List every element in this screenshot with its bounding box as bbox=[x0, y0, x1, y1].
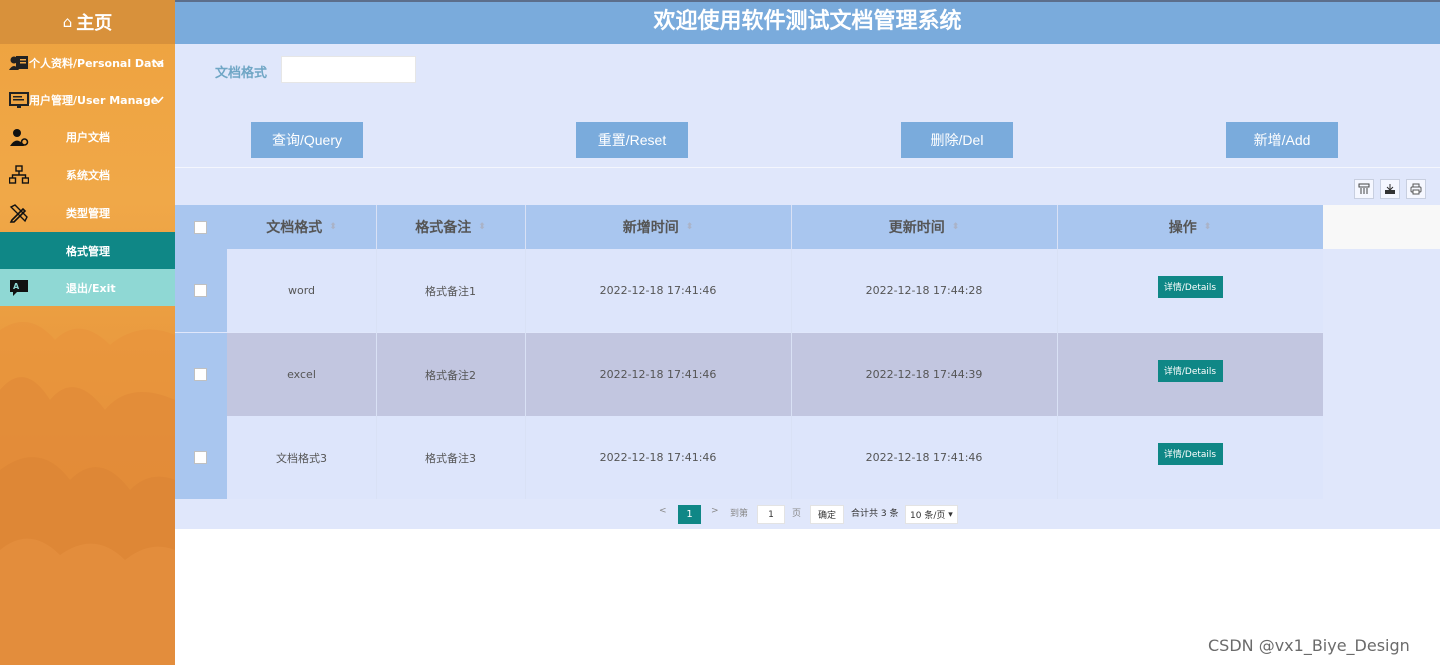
top-header: 欢迎使用软件测试文档管理系统 bbox=[175, 0, 1440, 44]
add-button[interactable]: 新增/Add bbox=[1226, 122, 1338, 158]
cell-format: 文档格式3 bbox=[276, 451, 327, 465]
sidebar-item-label: 用户管理/User Manage bbox=[29, 93, 159, 107]
translate-chat-icon: A bbox=[10, 280, 28, 296]
cell-created: 2022-12-18 17:41:46 bbox=[599, 368, 717, 381]
goto-label: 到第 bbox=[730, 509, 749, 519]
sidebar: ⌂ 主页 个人资料/Personal Data 用户管理/User Manage… bbox=[0, 0, 175, 665]
column-header-updated[interactable]: 更新时间 ⬍ bbox=[791, 205, 1057, 249]
cell-updated: 2022-12-18 17:44:39 bbox=[865, 368, 983, 381]
page-size-select[interactable]: 10 条/页 ▾ bbox=[905, 505, 958, 524]
divider bbox=[175, 167, 1440, 168]
sidebar-item-label: 系统文档 bbox=[66, 168, 110, 182]
monitor-list-icon bbox=[9, 92, 29, 108]
details-button[interactable]: 详情/Details bbox=[1157, 275, 1223, 298]
mountain-background bbox=[0, 322, 175, 665]
cell-format: word bbox=[287, 284, 316, 297]
column-header-note[interactable]: 格式备注 ⬍ bbox=[376, 205, 525, 249]
page-unit: 页 bbox=[792, 509, 802, 519]
details-button[interactable]: 详情/Details bbox=[1157, 442, 1223, 465]
column-header-created[interactable]: 新增时间 ⬍ bbox=[525, 205, 791, 249]
export-icon[interactable] bbox=[1380, 179, 1400, 199]
page-number[interactable]: 1 bbox=[678, 505, 701, 524]
chevron-down-icon bbox=[153, 59, 164, 67]
columns-filter-icon[interactable] bbox=[1354, 179, 1374, 199]
sidebar-item-personal-data[interactable]: 个人资料/Personal Data bbox=[0, 44, 175, 81]
sidebar-item-format-manage[interactable]: 格式管理 bbox=[0, 232, 175, 269]
cell-note: 格式备注1 bbox=[425, 284, 476, 298]
details-button[interactable]: 详情/Details bbox=[1157, 359, 1223, 382]
sidebar-item-exit[interactable]: A 退出/Exit bbox=[0, 269, 175, 306]
sidebar-item-user-docs[interactable]: 用户文档 bbox=[0, 118, 175, 155]
column-header-action[interactable]: 操作 ⬍ bbox=[1057, 205, 1323, 249]
delete-button[interactable]: 删除/Del bbox=[901, 122, 1013, 158]
sidebar-home[interactable]: ⌂ 主页 bbox=[0, 0, 175, 44]
sort-icon[interactable]: ⬍ bbox=[1204, 222, 1212, 232]
sort-icon[interactable]: ⬍ bbox=[686, 222, 694, 232]
cell-created: 2022-12-18 17:41:46 bbox=[599, 451, 717, 464]
table-row: word 格式备注1 2022-12-18 17:41:46 2022-12-1… bbox=[175, 249, 1323, 332]
table-row: 文档格式3 格式备注3 2022-12-18 17:41:46 2022-12-… bbox=[175, 416, 1323, 499]
design-tools-icon bbox=[9, 204, 28, 223]
sidebar-item-label: 退出/Exit bbox=[66, 281, 116, 295]
cell-format: excel bbox=[287, 368, 316, 381]
table-row: excel 格式备注2 2022-12-18 17:41:46 2022-12-… bbox=[175, 333, 1323, 416]
sort-icon[interactable]: ⬍ bbox=[478, 222, 486, 232]
table-header: 文档格式 ⬍ 格式备注 ⬍ 新增时间 ⬍ 更新时间 ⬍ 操作 ⬍ bbox=[175, 205, 1323, 249]
cell-updated: 2022-12-18 17:41:46 bbox=[865, 451, 983, 464]
sort-icon[interactable]: ⬍ bbox=[329, 222, 337, 232]
reset-button[interactable]: 重置/Reset bbox=[576, 122, 688, 158]
total-count: 合计共 3 条 bbox=[851, 509, 899, 519]
pagination: < 1 > 到第 1 页 确定 合计共 3 条 10 条/页 ▾ bbox=[175, 499, 1440, 529]
sidebar-item-label: 格式管理 bbox=[66, 244, 110, 258]
watermark: CSDN @vx1_Biye_Design bbox=[1208, 636, 1410, 655]
column-header-format[interactable]: 文档格式 ⬍ bbox=[227, 205, 376, 249]
cell-created: 2022-12-18 17:41:46 bbox=[599, 284, 717, 297]
row-checkbox[interactable] bbox=[194, 451, 207, 464]
print-icon[interactable] bbox=[1406, 179, 1426, 199]
goto-confirm-button[interactable]: 确定 bbox=[810, 505, 844, 524]
sidebar-item-type-manage[interactable]: 类型管理 bbox=[0, 194, 175, 231]
sidebar-item-label: 用户文档 bbox=[66, 130, 110, 144]
sidebar-item-user-manage[interactable]: 用户管理/User Manage bbox=[0, 81, 175, 118]
main-content: 文档格式 查询/Query 重置/Reset 删除/Del 新增/Add 文档格… bbox=[175, 44, 1440, 529]
cell-note: 格式备注2 bbox=[425, 368, 476, 382]
sidebar-item-label: 类型管理 bbox=[66, 206, 110, 220]
sidebar-title: 主页 bbox=[76, 13, 113, 34]
query-button[interactable]: 查询/Query bbox=[251, 122, 363, 158]
sort-icon[interactable]: ⬍ bbox=[952, 222, 960, 232]
next-page-icon[interactable]: > bbox=[711, 506, 719, 516]
user-settings-icon bbox=[10, 129, 29, 146]
chevron-down-icon bbox=[153, 96, 164, 104]
row-checkbox[interactable] bbox=[194, 284, 207, 297]
sidebar-item-system-docs[interactable]: 系统文档 bbox=[0, 156, 175, 193]
profile-card-icon bbox=[9, 56, 28, 70]
goto-page-input[interactable]: 1 bbox=[757, 505, 785, 524]
cell-note: 格式备注3 bbox=[425, 451, 476, 465]
hierarchy-icon bbox=[9, 165, 29, 184]
home-icon: ⌂ bbox=[62, 13, 73, 31]
select-all-checkbox[interactable] bbox=[194, 221, 207, 234]
svg-text:A: A bbox=[13, 282, 20, 291]
cell-updated: 2022-12-18 17:44:28 bbox=[865, 284, 983, 297]
page-title: 欢迎使用软件测试文档管理系统 bbox=[653, 9, 962, 34]
sidebar-item-label: 个人资料/Personal Data bbox=[29, 56, 165, 70]
search-label: 文档格式 bbox=[215, 66, 268, 81]
row-checkbox[interactable] bbox=[194, 368, 207, 381]
search-input[interactable] bbox=[281, 56, 416, 83]
prev-page-icon[interactable]: < bbox=[659, 506, 667, 516]
